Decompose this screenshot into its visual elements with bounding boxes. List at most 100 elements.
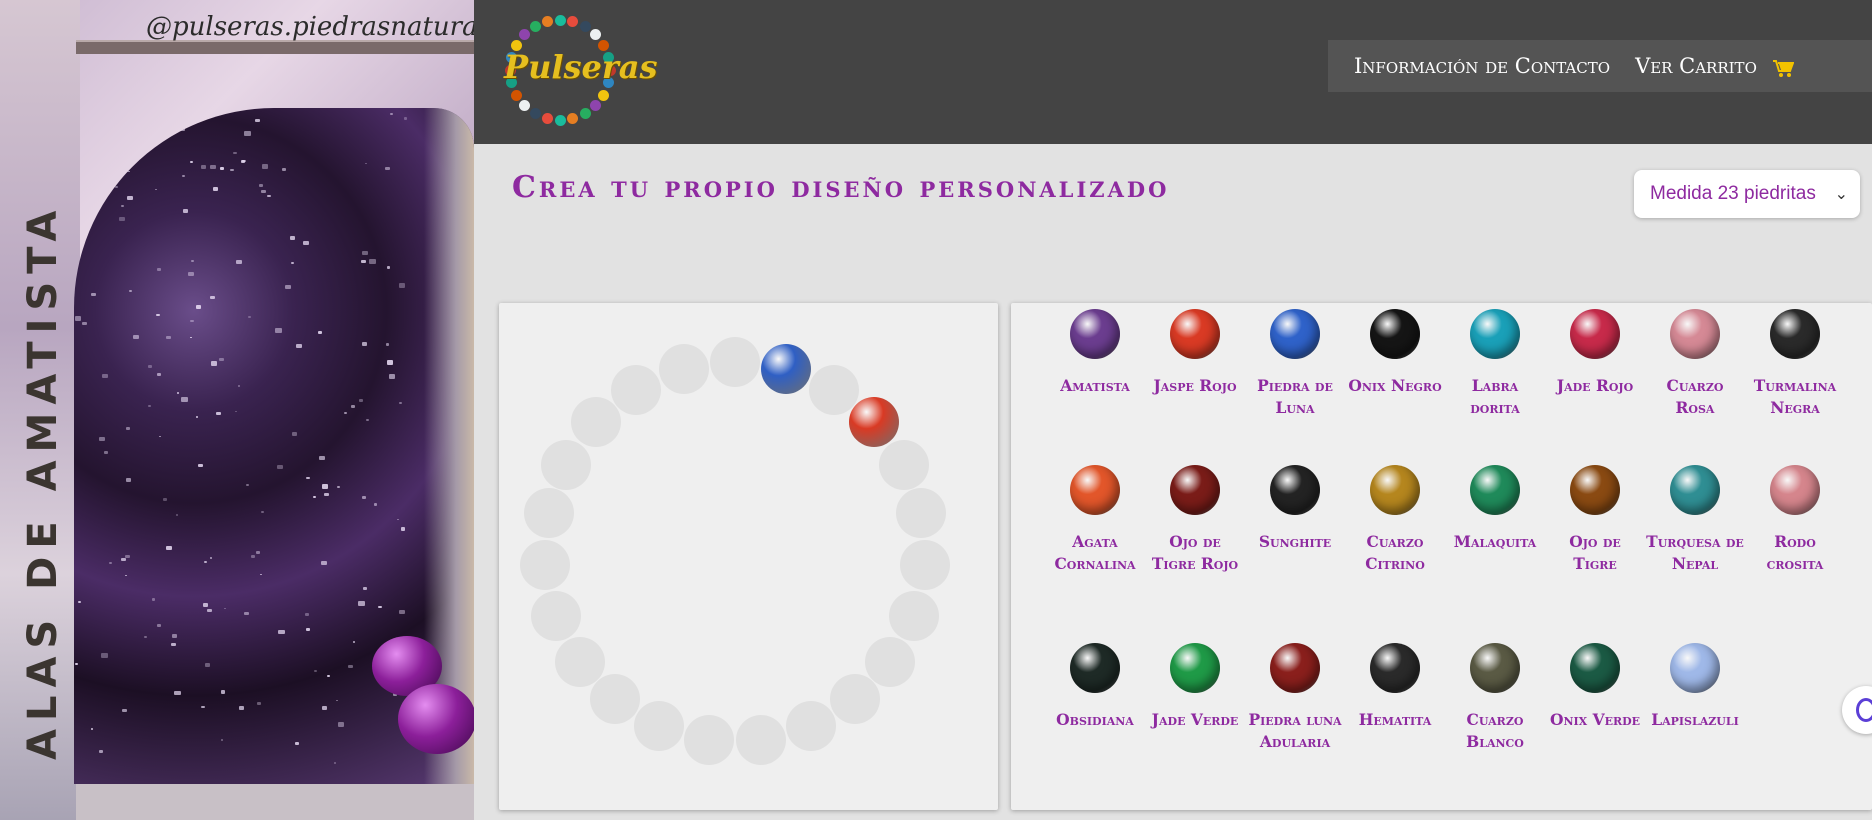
bracelet-empty-slot[interactable] <box>865 636 916 687</box>
bracelet-empty-slot[interactable] <box>541 439 592 490</box>
crystal-sparkle <box>187 271 195 277</box>
stone-option[interactable]: Amatista <box>1045 303 1145 397</box>
view-cart-link[interactable]: Ver Carrito <box>1635 54 1795 78</box>
stone-swatch[interactable] <box>1370 465 1420 515</box>
logo-bead <box>541 112 553 124</box>
stone-swatch[interactable] <box>1470 465 1520 515</box>
crystal-sparkle <box>237 384 241 387</box>
stone-option[interactable]: Cuarzo Rosa <box>1645 303 1745 419</box>
stone-option[interactable]: Cuarzo Citrino <box>1345 459 1445 575</box>
stone-swatch[interactable] <box>1670 465 1720 515</box>
bracelet-empty-slot[interactable] <box>889 590 940 641</box>
stone-swatch[interactable] <box>1670 309 1720 359</box>
stone-option[interactable]: Sunghite <box>1245 459 1345 553</box>
crystal-sparkle <box>182 175 185 178</box>
stone-option[interactable]: Jade Verde <box>1145 637 1245 731</box>
stone-option[interactable]: Obsidiana <box>1045 637 1145 731</box>
stone-swatch[interactable] <box>1470 643 1520 693</box>
stone-option[interactable]: Agata Cornalina <box>1045 459 1145 575</box>
stone-swatch[interactable] <box>1470 309 1520 359</box>
bracelet-empty-slot[interactable] <box>684 715 735 766</box>
crystal-sparkle <box>250 554 256 558</box>
bracelet-stone[interactable] <box>848 397 899 448</box>
crystal-sparkle <box>209 164 216 170</box>
stone-swatch[interactable] <box>1370 309 1420 359</box>
stone-option[interactable]: Onix Negro <box>1345 303 1445 397</box>
stone-swatch[interactable] <box>1170 309 1220 359</box>
bracelet-empty-slot[interactable] <box>520 539 571 590</box>
bracelet-empty-slot[interactable] <box>634 701 685 752</box>
stone-swatch[interactable] <box>1070 465 1120 515</box>
crystal-sparkle <box>278 629 285 635</box>
stone-option[interactable]: Jade Rojo <box>1545 303 1645 397</box>
crystal-sparkle <box>127 170 130 173</box>
stone-swatch[interactable] <box>1370 643 1420 693</box>
bracelet-empty-slot[interactable] <box>530 590 581 641</box>
bracelet-empty-slot[interactable] <box>554 636 605 687</box>
crystal-sparkle <box>306 476 310 480</box>
logo-bead <box>597 89 609 101</box>
stone-label: Hematita <box>1358 710 1432 729</box>
stone-swatch[interactable] <box>1770 309 1820 359</box>
crystal-sparkle <box>181 397 188 402</box>
bracelet-empty-slot[interactable] <box>571 397 622 448</box>
crystal-sparkle <box>368 259 376 264</box>
stone-option[interactable]: Rodo crosita <box>1745 459 1845 575</box>
stone-swatch[interactable] <box>1070 309 1120 359</box>
stone-swatch[interactable] <box>1570 643 1620 693</box>
logo-bead <box>567 112 579 124</box>
bracelet-stone[interactable] <box>761 344 812 395</box>
stone-swatch[interactable] <box>1270 643 1320 693</box>
crystal-sparkle <box>81 321 87 325</box>
crystal-sparkle <box>201 705 205 709</box>
stone-swatch[interactable] <box>1170 465 1220 515</box>
stone-swatch[interactable] <box>1170 643 1220 693</box>
crystal-sparkle <box>174 127 178 130</box>
stone-option[interactable]: Malaquita <box>1445 459 1545 553</box>
stone-option[interactable]: Ojo de Tigre <box>1545 459 1645 575</box>
bracelet-empty-slot[interactable] <box>896 488 947 539</box>
stone-option[interactable]: Ojo de Tigre Rojo <box>1145 459 1245 575</box>
stone-swatch[interactable] <box>1270 465 1320 515</box>
stone-label: Onix Verde <box>1549 710 1641 729</box>
stone-label: Jade Verde <box>1151 710 1239 729</box>
stone-option[interactable]: Turquesa de Nepal <box>1645 459 1745 575</box>
bracelet-empty-slot[interactable] <box>710 337 760 387</box>
stone-option[interactable]: Piedra de Luna <box>1245 303 1345 419</box>
stone-option[interactable]: Onix Verde <box>1545 637 1645 731</box>
contact-info-link[interactable]: Información de Contacto <box>1354 54 1610 78</box>
crystal-sparkle <box>223 607 227 610</box>
bracelet-size-select[interactable]: Medida 23 piedritas ⌄ <box>1634 170 1860 218</box>
crystal-sparkle <box>179 127 186 132</box>
stone-swatch[interactable] <box>1570 309 1620 359</box>
stone-label: Malaquita <box>1453 532 1537 551</box>
brand-logo[interactable]: Pulseras <box>504 14 657 126</box>
stone-option[interactable]: Labra dorita <box>1445 303 1545 419</box>
stone-swatch[interactable] <box>1570 465 1620 515</box>
bracelet-empty-slot[interactable] <box>590 674 641 725</box>
bracelet-empty-slot[interactable] <box>523 488 574 539</box>
bracelet-empty-slot[interactable] <box>808 364 859 415</box>
stone-option[interactable]: Lapislazuli <box>1645 637 1745 731</box>
bracelet-empty-slot[interactable] <box>611 364 662 415</box>
bracelet-empty-slot[interactable] <box>785 701 836 752</box>
stone-swatch[interactable] <box>1270 309 1320 359</box>
crystal-sparkle <box>147 365 152 369</box>
stone-option[interactable]: Cuarzo Blanco <box>1445 637 1545 753</box>
stone-option[interactable]: Piedra luna Adularia <box>1245 637 1345 753</box>
stone-option[interactable]: Jaspe Rojo <box>1145 303 1245 397</box>
stone-swatch[interactable] <box>1070 643 1120 693</box>
stone-option[interactable]: Turmalina Negra <box>1745 303 1845 419</box>
bracelet-empty-slot[interactable] <box>829 674 880 725</box>
bracelet-empty-slot[interactable] <box>878 439 929 490</box>
stone-option[interactable]: Hematita <box>1345 637 1445 731</box>
crystal-sparkle <box>361 495 367 499</box>
stone-swatch[interactable] <box>1670 643 1720 693</box>
stone-swatch[interactable] <box>1770 465 1820 515</box>
bracelet-empty-slot[interactable] <box>735 715 786 766</box>
bracelet-empty-slot[interactable] <box>899 539 950 590</box>
crystal-sparkle <box>388 374 395 379</box>
crystal-sparkle <box>78 193 85 198</box>
crystal-sparkle <box>209 295 215 300</box>
bracelet-empty-slot[interactable] <box>658 344 709 395</box>
